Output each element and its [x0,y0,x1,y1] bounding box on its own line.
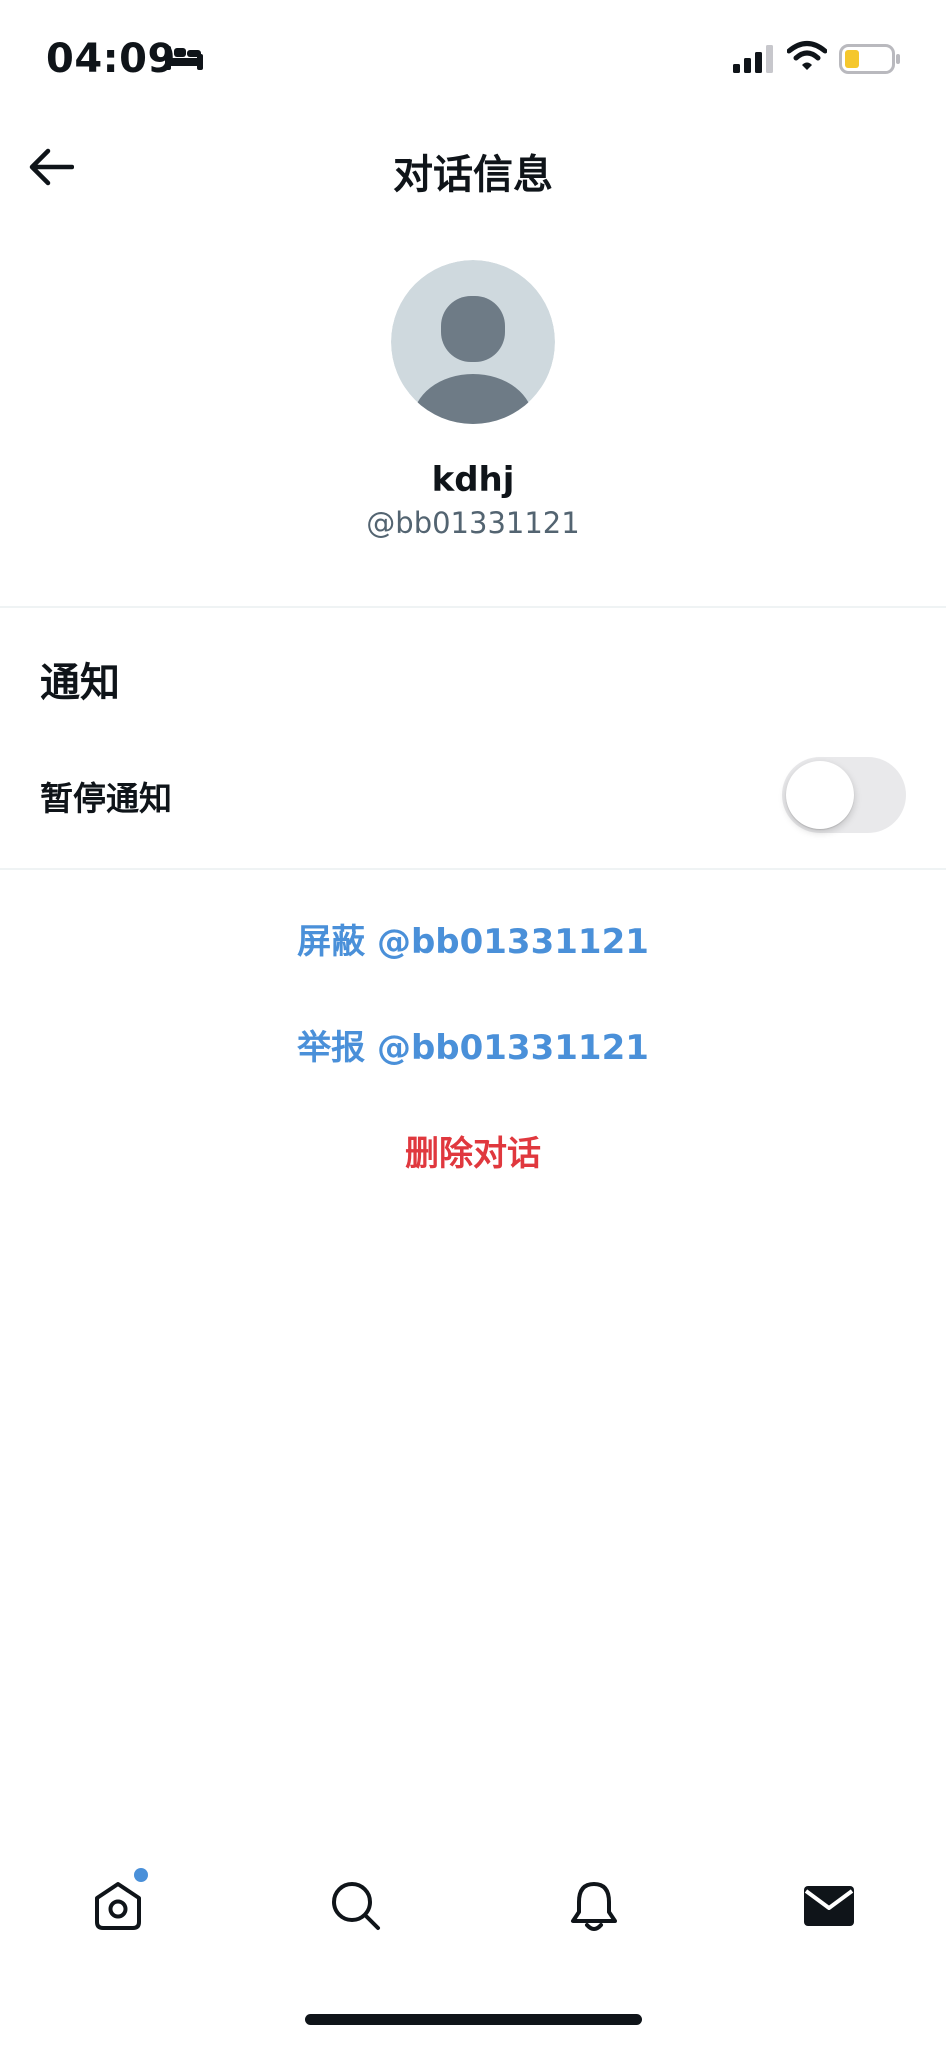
block-user-button[interactable]: 屏蔽 @bb01331121 [0,914,946,963]
pause-notifications-toggle[interactable] [782,757,906,833]
pause-notifications-label: 暂停通知 [40,779,172,818]
delete-conversation-button[interactable]: 删除对话 [0,1126,946,1175]
tab-messages[interactable] [797,1876,861,1940]
cellular-signal-icon [732,44,774,78]
status-time: 04:09 [46,36,176,82]
tab-search[interactable] [324,1876,388,1940]
section-heading-notifications: 通知 [40,660,120,706]
search-icon [329,1879,383,1937]
divider [0,868,946,870]
avatar[interactable] [391,260,555,424]
home-badge-dot [134,1868,148,1882]
report-user-button[interactable]: 举报 @bb01331121 [0,1020,946,1069]
bell-icon [567,1878,621,1938]
tab-notifications[interactable] [562,1876,626,1940]
mail-icon [802,1882,856,1934]
display-name: kdhj [431,460,515,500]
tab-home[interactable] [86,1868,150,1940]
status-bar: 04:09 [0,0,946,120]
toggle-knob [786,761,854,829]
battery-low-icon [839,44,901,78]
user-handle: @bb01331121 [366,506,580,540]
wifi-icon [786,40,828,76]
default-avatar-icon [391,260,555,424]
divider [0,606,946,608]
home-indicator [305,2014,642,2025]
header: 对话信息 [0,120,946,220]
sleep-mode-icon [164,44,204,76]
home-icon [90,1868,148,1938]
tab-bar [0,1840,946,1970]
page-title: 对话信息 [393,152,553,198]
